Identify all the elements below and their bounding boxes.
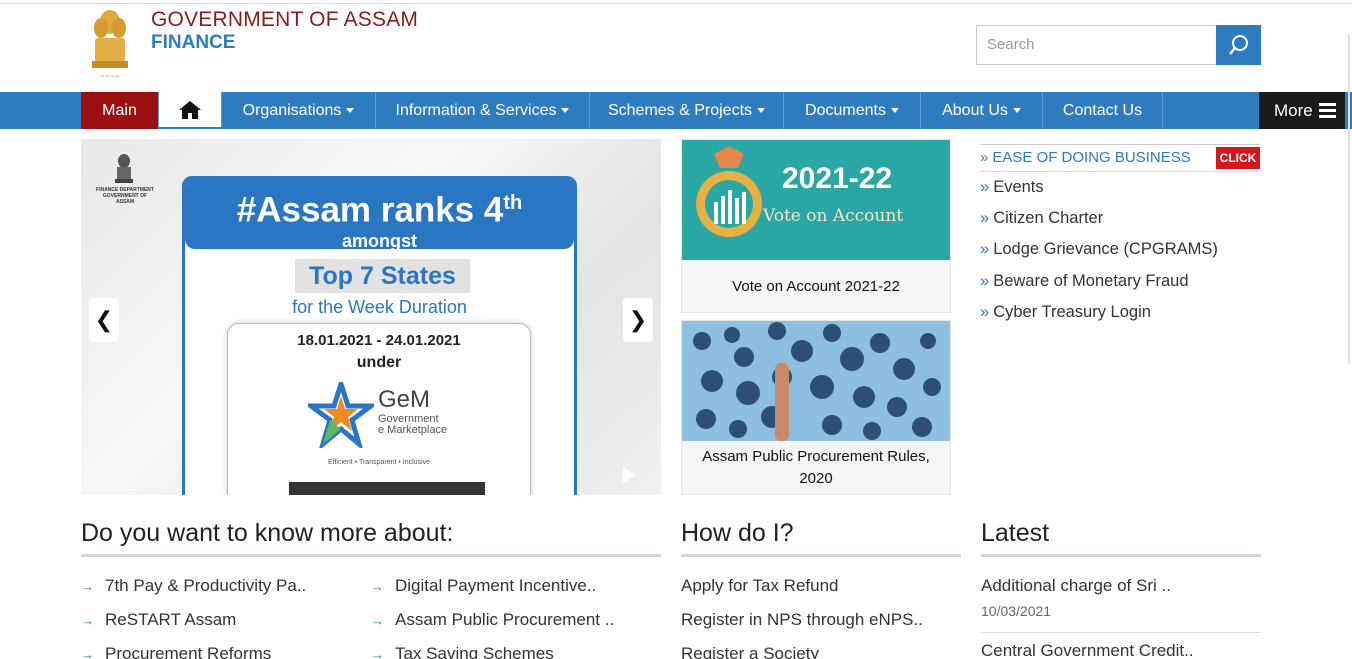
arrow-right-icon: →	[81, 579, 94, 594]
quick-link-monetary-fraud[interactable]: » Beware of Monetary Fraud	[980, 272, 1260, 291]
social-icons-graphic	[682, 321, 950, 441]
chevron-down-icon	[757, 108, 766, 114]
more-menu-button[interactable]: More	[1259, 92, 1345, 129]
chevron-down-icon	[1012, 108, 1021, 114]
vote-on-account-subtitle: Vote on Account	[763, 206, 904, 226]
nav-home[interactable]	[159, 92, 222, 129]
how-do-i-link[interactable]: Register in NPS through eNPS..	[681, 610, 923, 630]
carousel-next-button[interactable]: ❯	[623, 298, 653, 342]
gem-tagline: Efficient • Transparent • Inclusive	[327, 459, 431, 466]
double-chevron-icon: »	[980, 209, 990, 227]
poster-amongst: amongst	[341, 230, 417, 251]
gem-logo-icon	[308, 382, 374, 448]
slide-department-label: FINANCE DEPARTMENT GOVERNMENT OF ASSAM	[96, 187, 154, 205]
how-do-i-link[interactable]: Register a Society	[681, 644, 819, 659]
hamburger-icon	[1319, 103, 1336, 118]
image-carousel: FINANCE DEPARTMENT GOVERNMENT OF ASSAM #…	[81, 139, 661, 495]
vote-on-account-tile[interactable]: 2021-22 Vote on Account Vote on Account …	[681, 139, 951, 313]
vote-on-account-year: 2021-22	[782, 162, 893, 195]
know-more-link[interactable]: → Digital Payment Incentive..	[371, 576, 596, 596]
department-title: FINANCE	[151, 32, 236, 53]
quick-link-events[interactable]: » Events	[980, 178, 1260, 197]
chevron-left-icon: ❮	[94, 307, 114, 332]
search-input[interactable]: Search	[976, 25, 1217, 65]
slide-poster: #Assam ranks 4th amongst Top 7 States fo…	[182, 176, 577, 495]
poster-top7: Top 7 States	[295, 259, 470, 293]
chevron-down-icon	[561, 108, 570, 114]
know-more-link[interactable]: → 7th Pay & Productivity Pa..	[81, 576, 306, 596]
arrow-right-icon: →	[81, 613, 94, 628]
nav-schemes-projects[interactable]: Schemes & Projects	[590, 92, 784, 129]
vote-on-account-banner: 2021-22 Vote on Account	[682, 140, 950, 260]
svg-text:~~~~: ~~~~	[100, 73, 120, 80]
quick-link-lodge-grievance[interactable]: » Lodge Grievance (CPGRAMS)	[980, 240, 1260, 259]
quick-link-cyber-treasury[interactable]: » Cyber Treasury Login	[980, 303, 1260, 322]
know-more-divider	[81, 554, 661, 557]
poster-footer-bar	[289, 482, 485, 495]
vote-on-account-caption: Vote on Account 2021-22	[732, 278, 900, 295]
search-icon	[1228, 35, 1248, 55]
gem-wordmark: GeM Government e Marketplace	[378, 386, 448, 436]
how-do-i-title: How do I?	[681, 519, 794, 547]
nav-main[interactable]: Main	[81, 92, 159, 129]
poster-week: for the Week Duration	[292, 297, 467, 317]
ease-of-doing-business-link[interactable]: » EASE OF DOING BUSINESS CLICK	[980, 144, 1260, 172]
latest-divider	[981, 554, 1261, 557]
procurement-rules-tile[interactable]: Assam Public Procurement Rules, 2020	[681, 320, 951, 495]
know-more-link[interactable]: → ReSTART Assam	[81, 610, 236, 630]
click-badge[interactable]: CLICK	[1216, 147, 1260, 169]
nav-about-us[interactable]: About Us	[921, 92, 1043, 129]
arrow-right-icon: →	[371, 613, 384, 628]
government-title: GOVERNMENT OF ASSAM	[151, 8, 419, 31]
search-button[interactable]	[1216, 25, 1261, 65]
latest-news-link[interactable]: Central Government Credit..	[981, 641, 1194, 659]
play-icon[interactable]	[623, 466, 635, 484]
poster-headline: #Assam ranks 4th	[236, 190, 523, 230]
chevron-right-icon: ❯	[628, 307, 648, 332]
state-emblem-icon: ~~~~	[92, 10, 128, 80]
arrow-right-icon: →	[81, 647, 94, 659]
arrow-right-icon: →	[371, 579, 384, 594]
latest-news-date: 10/03/2021	[981, 603, 1052, 619]
procurement-rules-caption: Assam Public Procurement Rules, 2020	[702, 448, 930, 487]
nav-documents[interactable]: Documents	[784, 92, 921, 129]
how-do-i-link[interactable]: Apply for Tax Refund	[681, 576, 839, 596]
latest-news-link[interactable]: Additional charge of Sri ..	[981, 576, 1171, 596]
arrow-right-icon: →	[371, 647, 384, 659]
state-emblem-icon	[115, 154, 133, 183]
poster-under: under	[356, 354, 402, 371]
know-more-link[interactable]: → Procurement Reforms	[81, 644, 271, 659]
double-chevron-icon: »	[980, 149, 989, 166]
top-border	[0, 0, 1352, 4]
home-icon	[179, 100, 201, 119]
latest-title: Latest	[981, 519, 1050, 547]
carousel-prev-button[interactable]: ❮	[89, 298, 119, 342]
poster-dates: 18.01.2021 - 24.01.2021	[297, 332, 461, 349]
money-bag-icon	[696, 146, 762, 237]
know-more-title: Do you want to know more about:	[81, 519, 454, 547]
page-scrollbar[interactable]	[1346, 34, 1352, 364]
nav-contact-us[interactable]: Contact Us	[1043, 92, 1163, 129]
chevron-down-icon	[890, 108, 899, 114]
double-chevron-icon: »	[980, 178, 990, 196]
double-chevron-icon: »	[980, 303, 990, 321]
latest-item-divider	[981, 632, 1261, 633]
poster-header: #Assam ranks 4th amongst	[185, 179, 574, 251]
nav-information-services[interactable]: Information & Services	[376, 92, 590, 129]
double-chevron-icon: »	[980, 240, 990, 258]
how-do-i-divider	[681, 554, 961, 557]
poster-inner-card: 18.01.2021 - 24.01.2021 under GeM Govern…	[227, 323, 531, 495]
chevron-down-icon	[346, 108, 355, 114]
double-chevron-icon: »	[980, 272, 990, 290]
nav-organisations[interactable]: Organisations	[222, 92, 376, 129]
know-more-link[interactable]: → Tax Saving Schemes	[371, 644, 554, 659]
procurement-rules-image	[682, 321, 950, 441]
quick-link-citizen-charter[interactable]: » Citizen Charter	[980, 209, 1260, 228]
know-more-link[interactable]: → Assam Public Procurement ..	[371, 610, 614, 630]
